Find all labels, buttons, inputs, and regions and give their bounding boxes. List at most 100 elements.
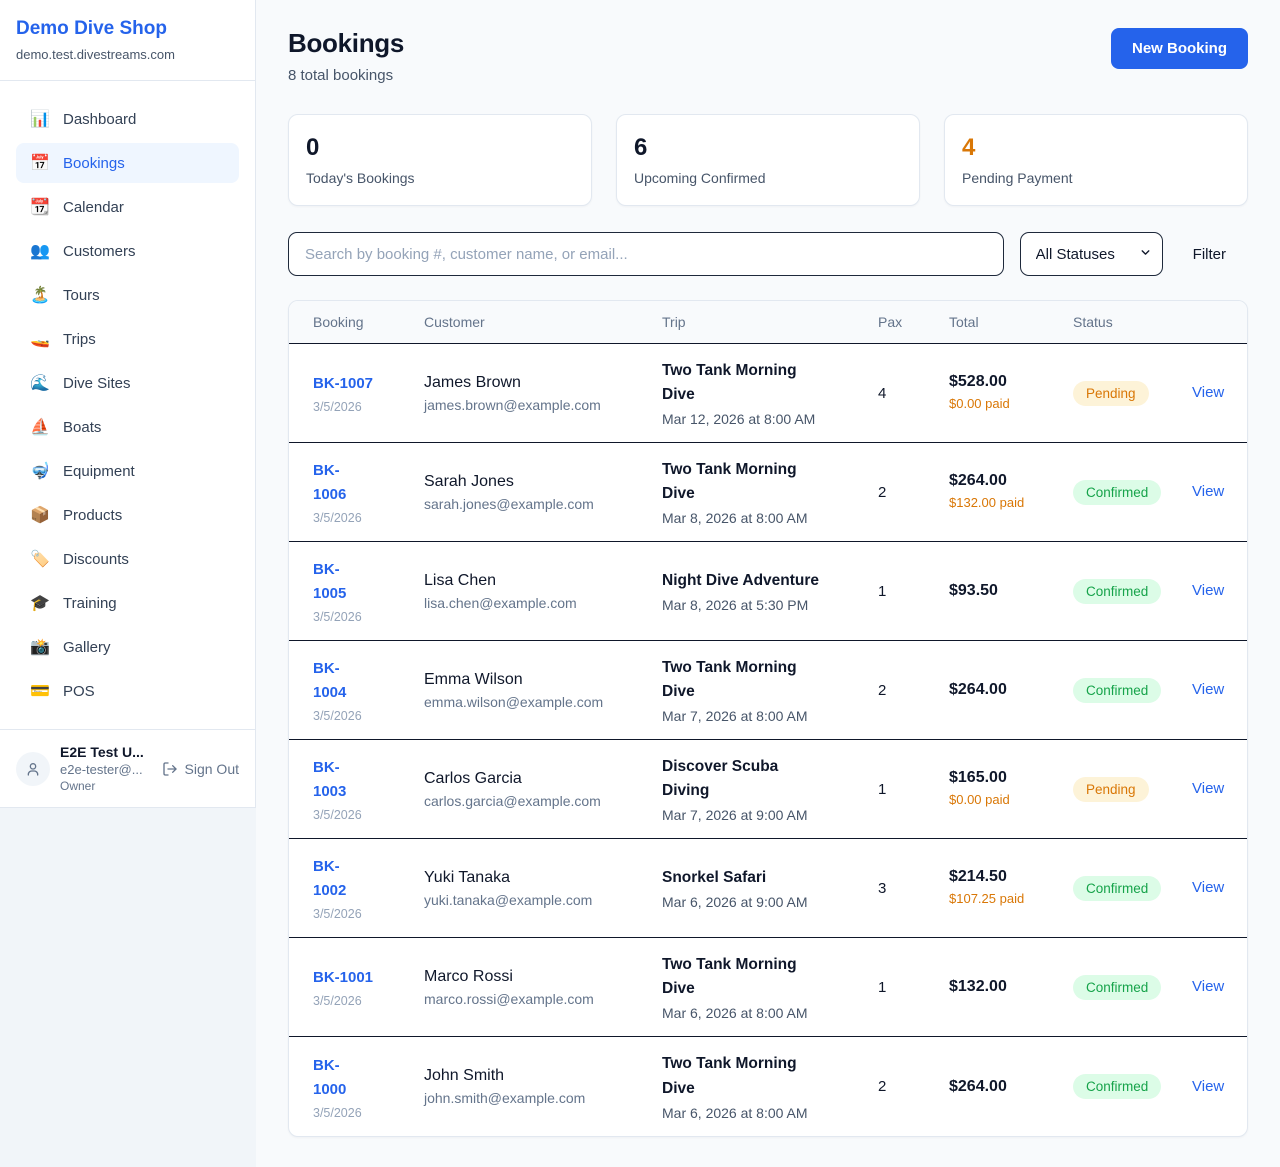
trip-name: Night Dive Adventure [662, 569, 824, 593]
table-row: BK-10033/5/2026Carlos Garciacarlos.garci… [289, 740, 1247, 839]
customer-cell: John Smithjohn.smith@example.com [424, 1067, 662, 1106]
total-cell: $214.50$107.25 paid [949, 868, 1073, 909]
stat-value: 4 [962, 134, 1230, 162]
sign-out-label: Sign Out [185, 761, 239, 777]
sidebar-item-discounts[interactable]: 🏷️Discounts [16, 539, 239, 579]
camera-icon: 📸 [30, 637, 50, 657]
view-link[interactable]: View [1192, 582, 1224, 599]
customer-cell: Lisa Chenlisa.chen@example.com [424, 572, 662, 611]
status-select[interactable]: All Statuses [1020, 232, 1163, 276]
sidebar-item-gallery[interactable]: 📸Gallery [16, 627, 239, 667]
trip-name: Two Tank Morning Dive [662, 458, 824, 506]
status-badge: Pending [1073, 381, 1149, 406]
sidebar-item-pos[interactable]: 💳POS [16, 671, 239, 711]
sign-out-button[interactable]: Sign Out [162, 761, 239, 777]
table-row: BK-10043/5/2026Emma Wilsonemma.wilson@ex… [289, 641, 1247, 740]
view-link[interactable]: View [1192, 879, 1224, 896]
filter-row: All Statuses Filter [288, 232, 1248, 276]
column-header-customer: Customer [424, 314, 662, 330]
trip-cell: Snorkel SafariMar 6, 2026 at 9:00 AM [662, 866, 878, 910]
brand-name: Demo Dive Shop [16, 18, 239, 40]
view-link[interactable]: View [1192, 978, 1224, 995]
stat-value: 6 [634, 134, 902, 162]
avatar [16, 752, 50, 786]
view-link[interactable]: View [1192, 1078, 1224, 1095]
paid-amount: $0.00 paid [949, 395, 1035, 414]
sidebar-item-equipment[interactable]: 🤿 Equipment [16, 451, 239, 491]
sidebar-item-label: Trips [63, 331, 96, 348]
booking-id-link[interactable]: BK-1002 [313, 855, 355, 903]
pax-cell: 3 [878, 880, 949, 897]
total-amount: $214.50 [949, 868, 1073, 886]
user-name: E2E Test U... [60, 744, 152, 760]
sidebar-item-dive-sites[interactable]: 🌊Dive Sites [16, 363, 239, 403]
trip-datetime: Mar 8, 2026 at 5:30 PM [662, 597, 878, 613]
booking-id-link[interactable]: BK-1001 [313, 969, 373, 986]
pax-cell: 1 [878, 781, 949, 798]
user-email: e2e-tester@... [60, 762, 152, 777]
diving-mask-icon: 🤿 [30, 461, 50, 481]
column-header-pax: Pax [878, 314, 949, 330]
sidebar-item-tours[interactable]: 🏝️Tours [16, 275, 239, 315]
pax-cell: 2 [878, 484, 949, 501]
booking-id-link[interactable]: BK-1004 [313, 657, 355, 705]
booking-id-link[interactable]: BK-1006 [313, 459, 355, 507]
booking-cell: BK-10023/5/2026 [313, 855, 424, 921]
sidebar-item-customers[interactable]: 👥Customers [16, 231, 239, 271]
search-input[interactable] [288, 232, 1004, 276]
customer-name: James Brown [424, 374, 662, 392]
table-row: BK-10023/5/2026Yuki Tanakayuki.tanaka@ex… [289, 839, 1247, 938]
user-section: E2E Test U... e2e-tester@... Owner Sign … [0, 729, 255, 807]
sidebar-item-products[interactable]: 📦Products [16, 495, 239, 535]
total-amount: $528.00 [949, 373, 1073, 391]
view-cell: View [1192, 978, 1224, 996]
total-amount: $93.50 [949, 582, 1073, 600]
sidebar-item-boats[interactable]: ⛵ Boats [16, 407, 239, 447]
sidebar-item-label: Boats [63, 419, 101, 436]
filter-label: Filter [1193, 246, 1226, 263]
customer-cell: Yuki Tanakayuki.tanaka@example.com [424, 869, 662, 908]
main-content: Bookings 8 total bookings New Booking 0T… [256, 0, 1280, 1167]
booking-date: 3/5/2026 [313, 1106, 424, 1120]
sidebar-item-calendar[interactable]: 📆Calendar [16, 187, 239, 227]
tag-icon: 🏷️ [30, 549, 50, 569]
booking-id-link[interactable]: BK-1000 [313, 1054, 355, 1102]
sidebar: Demo Dive Shop demo.test.divestreams.com… [0, 0, 256, 808]
sidebar-item-bookings[interactable]: 📅 Bookings [16, 143, 239, 183]
status-cell: Confirmed [1073, 579, 1192, 604]
customer-email: yuki.tanaka@example.com [424, 892, 662, 908]
user-icon [25, 761, 41, 777]
view-link[interactable]: View [1192, 483, 1224, 500]
table-row: BK-10063/5/2026Sarah Jonessarah.jones@ex… [289, 443, 1247, 542]
column-header-total: Total [949, 314, 1073, 330]
sidebar-item-dashboard[interactable]: 📊Dashboard [16, 99, 239, 139]
paid-amount: $132.00 paid [949, 494, 1035, 513]
booking-id-link[interactable]: BK-1007 [313, 375, 373, 392]
table-body: BK-10073/5/2026James Brownjames.brown@ex… [289, 344, 1247, 1136]
island-icon: 🏝️ [30, 285, 50, 305]
status-badge: Confirmed [1073, 678, 1161, 703]
table-header-row: BookingCustomerTripPaxTotalStatus [289, 301, 1247, 344]
customer-cell: Carlos Garciacarlos.garcia@example.com [424, 770, 662, 809]
booking-id-link[interactable]: BK-1005 [313, 558, 355, 606]
total-amount: $264.00 [949, 681, 1073, 699]
sidebar-nav: 📊Dashboard📅Bookings📆Calendar👥Customers🏝️… [0, 81, 255, 729]
sidebar-item-label: Bookings [63, 155, 125, 172]
table-row: BK-1000 3/5/2026John Smithjohn.smith@exam… [289, 1037, 1247, 1136]
booking-cell: BK-10063/5/2026 [313, 459, 424, 525]
view-link[interactable]: View [1192, 681, 1224, 698]
sidebar-item-label: POS [63, 683, 95, 700]
calendar-icon: 📅 [30, 153, 50, 173]
new-booking-button[interactable]: New Booking [1111, 28, 1248, 69]
trip-datetime: Mar 7, 2026 at 8:00 AM [662, 708, 878, 724]
sidebar-item-training[interactable]: 🎓Training [16, 583, 239, 623]
customer-email: john.smith@example.com [424, 1090, 662, 1106]
view-link[interactable]: View [1192, 384, 1224, 401]
sailboat-icon: ⛵ [30, 417, 50, 437]
booking-id-link[interactable]: BK-1003 [313, 756, 355, 804]
view-link[interactable]: View [1192, 780, 1224, 797]
sidebar-item-trips[interactable]: 🚤Trips [16, 319, 239, 359]
sidebar-item-label: Equipment [63, 463, 135, 480]
sign-out-icon [162, 761, 178, 777]
view-cell: View [1192, 483, 1224, 501]
